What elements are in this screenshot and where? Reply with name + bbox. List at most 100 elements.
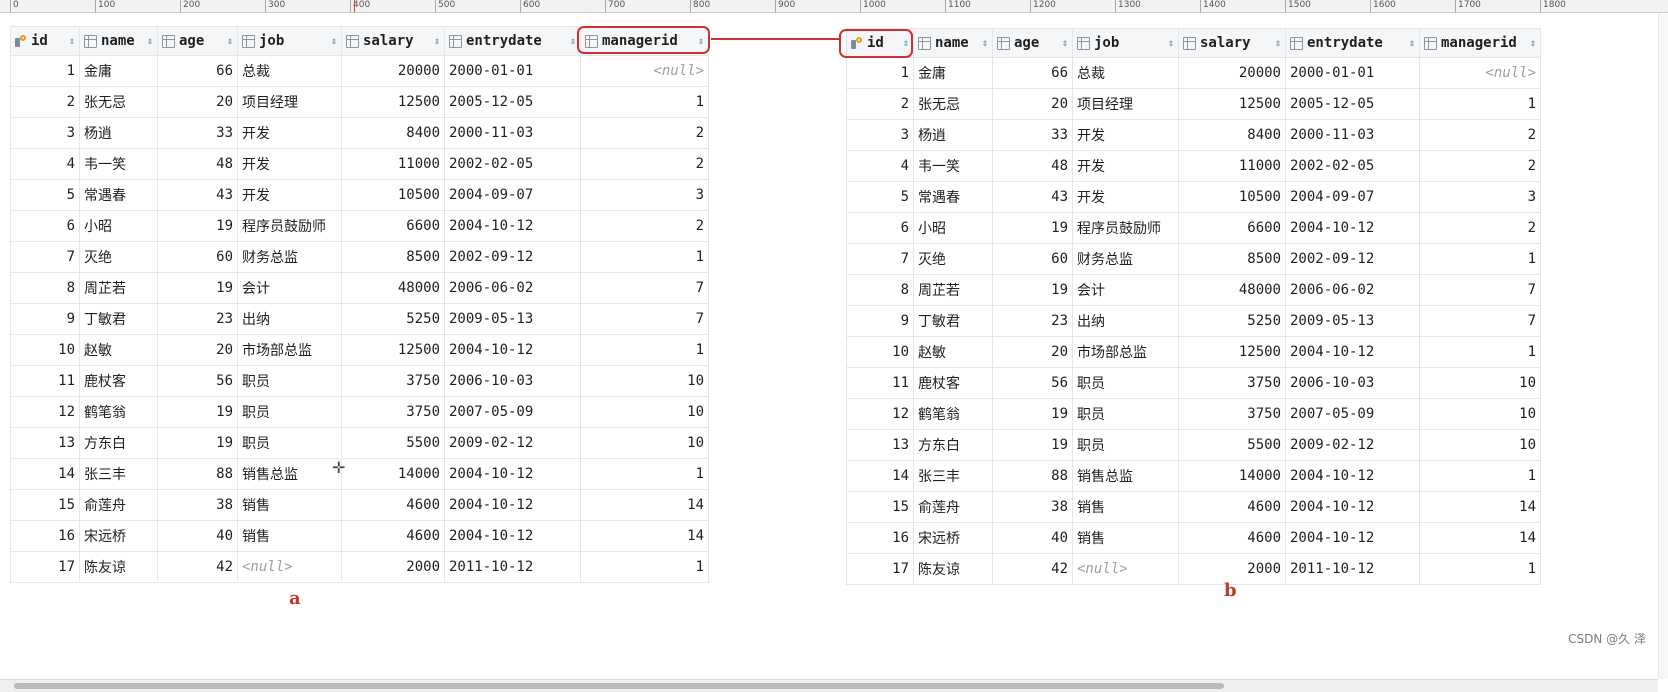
- column-header-job[interactable]: job ⇕: [237, 26, 342, 56]
- cell-job[interactable]: 财务总监: [1072, 243, 1179, 275]
- cell-name[interactable]: 鹤笔翁: [913, 398, 993, 430]
- cell-age[interactable]: 33: [157, 117, 238, 149]
- cell-managerid[interactable]: 1: [580, 86, 709, 118]
- cell-entrydate[interactable]: 2004-09-07: [1285, 181, 1420, 213]
- cell-entrydate[interactable]: 2007-05-09: [444, 396, 581, 428]
- cell-job[interactable]: 职员: [237, 396, 342, 428]
- cell-entrydate[interactable]: 2000-01-01: [444, 55, 581, 87]
- cell-managerid[interactable]: 10: [580, 365, 709, 397]
- cell-age[interactable]: 20: [992, 336, 1073, 368]
- column-header-managerid[interactable]: managerid ⇕: [1419, 28, 1541, 58]
- cell-salary[interactable]: 4600: [341, 489, 445, 521]
- cell-name[interactable]: 鹿杖客: [79, 365, 158, 397]
- column-header-id[interactable]: id ⇕: [10, 26, 80, 56]
- table-row[interactable]: 7 灭绝 60 财务总监 8500 2002-09-12 1: [10, 241, 709, 273]
- column-header-name[interactable]: name ⇕: [913, 28, 993, 58]
- table-row[interactable]: 6 小昭 19 程序员鼓励师 6600 2004-10-12 2: [10, 210, 709, 242]
- cell-name[interactable]: 杨逍: [913, 119, 993, 151]
- cell-salary[interactable]: 20000: [341, 55, 445, 87]
- table-row[interactable]: 11 鹿杖客 56 职员 3750 2006-10-03 10: [10, 365, 709, 397]
- cell-managerid[interactable]: <null>: [580, 55, 709, 87]
- sort-icon[interactable]: ⇕: [1275, 38, 1281, 49]
- cell-job[interactable]: 开发: [1072, 119, 1179, 151]
- cell-managerid[interactable]: 10: [1419, 367, 1541, 399]
- cell-id[interactable]: 1: [10, 55, 80, 87]
- cell-managerid[interactable]: 1: [1419, 243, 1541, 275]
- cell-salary[interactable]: 11000: [341, 148, 445, 180]
- sort-icon[interactable]: ⇕: [1168, 38, 1174, 49]
- column-header-entrydate[interactable]: entrydate ⇕: [444, 26, 581, 56]
- cell-id[interactable]: 1: [846, 57, 914, 89]
- cell-salary[interactable]: 8400: [341, 117, 445, 149]
- cell-id[interactable]: 13: [10, 427, 80, 459]
- cell-job[interactable]: 销售: [237, 520, 342, 552]
- cell-age[interactable]: 38: [992, 491, 1073, 523]
- table-row[interactable]: 14 张三丰 88 销售总监 14000 2004-10-12 1: [10, 458, 709, 490]
- cell-salary[interactable]: 3750: [341, 396, 445, 428]
- table-row[interactable]: 14 张三丰 88 销售总监 14000 2004-10-12 1: [846, 460, 1541, 492]
- table-row[interactable]: 5 常遇春 43 开发 10500 2004-09-07 3: [10, 179, 709, 211]
- cell-age[interactable]: 43: [992, 181, 1073, 213]
- cell-job[interactable]: 项目经理: [237, 86, 342, 118]
- vertical-scrollbar[interactable]: [1658, 14, 1668, 679]
- cell-id[interactable]: 4: [846, 150, 914, 182]
- cell-job[interactable]: 项目经理: [1072, 88, 1179, 120]
- column-header-age[interactable]: age ⇕: [157, 26, 238, 56]
- cell-salary[interactable]: 8500: [341, 241, 445, 273]
- cell-age[interactable]: 20: [157, 86, 238, 118]
- table-row[interactable]: 4 韦一笑 48 开发 11000 2002-02-05 2: [10, 148, 709, 180]
- cell-name[interactable]: 灭绝: [79, 241, 158, 273]
- cell-entrydate[interactable]: 2002-02-05: [1285, 150, 1420, 182]
- cell-entrydate[interactable]: 2000-11-03: [1285, 119, 1420, 151]
- cell-managerid[interactable]: 1: [1419, 88, 1541, 120]
- cell-name[interactable]: 赵敏: [79, 334, 158, 366]
- cell-id[interactable]: 6: [846, 212, 914, 244]
- cell-name[interactable]: 宋远桥: [913, 522, 993, 554]
- cell-entrydate[interactable]: 2004-10-12: [444, 458, 581, 490]
- cell-managerid[interactable]: 7: [580, 303, 709, 335]
- cell-name[interactable]: 小昭: [79, 210, 158, 242]
- cell-entrydate[interactable]: 2000-01-01: [1285, 57, 1420, 89]
- column-header-salary[interactable]: salary ⇕: [341, 26, 445, 56]
- cell-managerid[interactable]: 7: [1419, 274, 1541, 306]
- cell-managerid[interactable]: 2: [580, 117, 709, 149]
- cell-managerid[interactable]: 10: [580, 396, 709, 428]
- cell-salary[interactable]: 12500: [341, 334, 445, 366]
- cell-id[interactable]: 11: [846, 367, 914, 399]
- cell-managerid[interactable]: 3: [1419, 181, 1541, 213]
- cell-managerid[interactable]: 3: [580, 179, 709, 211]
- cell-age[interactable]: 23: [992, 305, 1073, 337]
- cell-job[interactable]: 职员: [237, 365, 342, 397]
- cell-job[interactable]: 职员: [1072, 429, 1179, 461]
- cell-name[interactable]: 金庸: [79, 55, 158, 87]
- table-row[interactable]: 2 张无忌 20 项目经理 12500 2005-12-05 1: [10, 86, 709, 118]
- cell-age[interactable]: 19: [157, 396, 238, 428]
- cell-id[interactable]: 17: [10, 551, 80, 583]
- cell-id[interactable]: 4: [10, 148, 80, 180]
- cell-age[interactable]: 88: [992, 460, 1073, 492]
- table-row[interactable]: 13 方东白 19 职员 5500 2009-02-12 10: [10, 427, 709, 459]
- cell-salary[interactable]: 12500: [341, 86, 445, 118]
- cell-entrydate[interactable]: 2002-02-05: [444, 148, 581, 180]
- table-row[interactable]: 4 韦一笑 48 开发 11000 2002-02-05 2: [846, 150, 1541, 182]
- table-row[interactable]: 13 方东白 19 职员 5500 2009-02-12 10: [846, 429, 1541, 461]
- cell-id[interactable]: 14: [846, 460, 914, 492]
- cell-name[interactable]: 灭绝: [913, 243, 993, 275]
- table-row[interactable]: 2 张无忌 20 项目经理 12500 2005-12-05 1: [846, 88, 1541, 120]
- cell-salary[interactable]: 14000: [1178, 460, 1286, 492]
- cell-salary[interactable]: 3750: [1178, 398, 1286, 430]
- table-row[interactable]: 7 灭绝 60 财务总监 8500 2002-09-12 1: [846, 243, 1541, 275]
- cell-id[interactable]: 15: [10, 489, 80, 521]
- cell-salary[interactable]: 3750: [1178, 367, 1286, 399]
- table-row[interactable]: 15 俞莲舟 38 销售 4600 2004-10-12 14: [846, 491, 1541, 523]
- cell-name[interactable]: 丁敏君: [913, 305, 993, 337]
- cell-job[interactable]: 程序员鼓励师: [237, 210, 342, 242]
- cell-age[interactable]: 19: [992, 398, 1073, 430]
- cell-name[interactable]: 金庸: [913, 57, 993, 89]
- cell-job[interactable]: <null>: [1072, 553, 1179, 585]
- sort-icon[interactable]: ⇕: [434, 36, 440, 47]
- cell-managerid[interactable]: 2: [1419, 150, 1541, 182]
- cell-id[interactable]: 3: [846, 119, 914, 151]
- cell-salary[interactable]: 5250: [341, 303, 445, 335]
- cell-age[interactable]: 19: [157, 210, 238, 242]
